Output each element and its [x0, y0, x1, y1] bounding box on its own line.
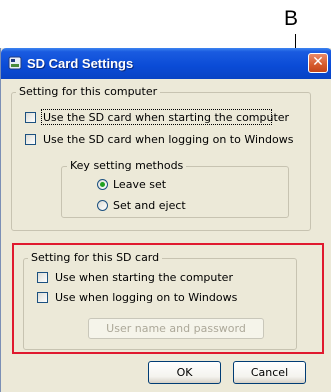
set-and-eject-label[interactable]: Set and eject	[113, 199, 186, 212]
start-computer-label[interactable]: Use the SD card when starting the comput…	[43, 111, 289, 124]
start-computer-checkbox[interactable]	[25, 112, 36, 123]
ok-button[interactable]: OK	[148, 361, 221, 384]
key-methods-legend: Key setting methods	[67, 160, 187, 172]
title-bar[interactable]: SD Card Settings ✕	[1, 48, 331, 79]
logon-windows-label[interactable]: Use the SD card when logging on to Windo…	[43, 133, 293, 146]
leave-set-label[interactable]: Leave set	[113, 178, 166, 191]
logon-windows-checkbox[interactable]	[25, 134, 36, 145]
callout-label-b: B	[284, 7, 299, 30]
set-and-eject-radio[interactable]	[97, 200, 108, 211]
computer-settings-legend: Setting for this computer	[16, 86, 161, 98]
close-button[interactable]: ✕	[308, 53, 328, 73]
window-title: SD Card Settings	[27, 56, 134, 71]
leave-set-radio[interactable]	[97, 179, 108, 190]
sd-card-icon	[8, 56, 22, 70]
cancel-button[interactable]: Cancel	[233, 361, 306, 384]
highlight-box	[12, 243, 324, 354]
